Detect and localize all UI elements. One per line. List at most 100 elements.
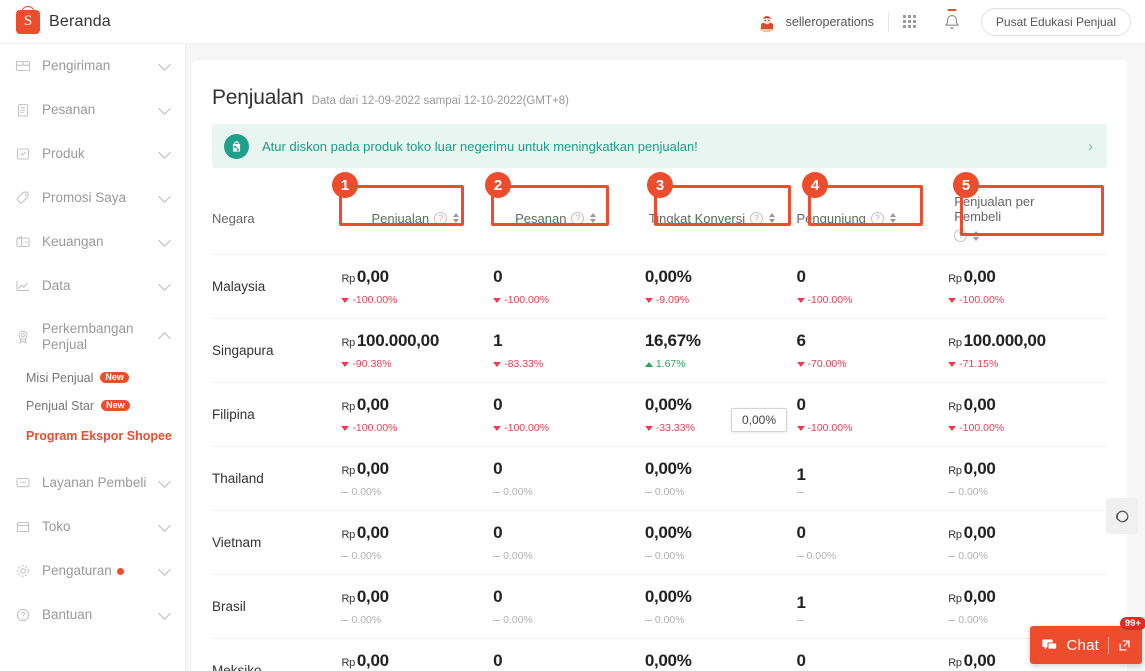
arrow-up-icon	[644, 361, 653, 367]
grid-apps-icon[interactable]	[889, 0, 931, 44]
user-name: selleroperations	[785, 14, 874, 29]
cell-metric: 6 -70.00%	[796, 318, 949, 383]
arrow-down-icon	[796, 425, 805, 431]
metric-value: 0,00%	[645, 523, 797, 543]
sidebar-item-layanan-pembeli[interactable]: Layanan Pembeli	[0, 461, 185, 505]
currency-prefix: Rp	[341, 657, 355, 670]
sidebar-item-perkembangan-penjual[interactable]: Perkembangan Penjual	[0, 308, 185, 366]
sidebar-item-promosi-saya[interactable]: Promosi Saya	[0, 176, 185, 220]
sidebar-subitem-penjual-star[interactable]: Penjual Star New	[0, 394, 185, 417]
sidebar-item-pengiriman[interactable]: Pengiriman	[0, 44, 185, 88]
chat-divider	[1108, 636, 1109, 654]
notification-bell-icon[interactable]	[931, 0, 973, 44]
sort-toggle[interactable]	[973, 230, 980, 241]
delta-text: -100.00%	[352, 422, 398, 434]
cell-metric: 0 -100.00%	[796, 382, 949, 447]
arrow-down-icon	[341, 361, 350, 367]
sidebar-item-pengaturan[interactable]: Pengaturan	[0, 549, 185, 593]
product-box-icon	[13, 144, 33, 164]
expand-icon[interactable]	[1118, 639, 1131, 652]
delta-text: 1.67%	[655, 358, 686, 370]
delta-text: 0.00%	[806, 550, 837, 562]
help-icon[interactable]: ?	[870, 211, 884, 225]
cell-metric: 0,00%0.00%	[644, 574, 797, 639]
chevron-down-icon	[158, 57, 171, 71]
delta-text: -100.00%	[352, 294, 398, 306]
sidebar-subitem-misi-penjual[interactable]: Misi Penjual New	[0, 366, 185, 389]
sidebar-item-keuangan[interactable]: Keuangan	[0, 220, 185, 264]
cell-metric: Rp0,000.00%	[341, 638, 494, 671]
arrow-down-icon	[796, 297, 805, 303]
metric-value: Rp 100.000,00	[948, 331, 1107, 351]
sidebar-item-bantuan[interactable]: Bantuan	[0, 593, 185, 637]
help-icon[interactable]: ?	[750, 211, 764, 225]
cell-metric: 00.00%	[493, 638, 645, 671]
metric-number: 0,00%	[644, 267, 692, 286]
chevron-right-icon[interactable]: ›	[1088, 138, 1093, 155]
metric-number: 6	[796, 331, 806, 350]
help-icon[interactable]: ?	[434, 211, 448, 225]
cell-country: Filipina	[212, 382, 342, 447]
help-icon[interactable]: ?	[954, 229, 968, 242]
dash-icon	[493, 555, 501, 557]
delta-text: -33.33%	[655, 422, 695, 434]
metric-number: 0	[493, 651, 503, 671]
metric-value: Rp 0,00	[341, 651, 493, 671]
sort-toggle[interactable]	[453, 213, 460, 223]
chat-widget[interactable]: 99+ Chat	[1029, 617, 1145, 664]
metric-value: 1	[797, 593, 949, 613]
sidebar-item-produk[interactable]: Produk	[0, 132, 185, 176]
country-name: Malaysia	[212, 279, 266, 294]
seller-education-center-button[interactable]: Pusat Edukasi Penjual	[980, 7, 1131, 36]
delta-text: 0.00%	[351, 486, 382, 498]
column-header-pesanan[interactable]: Pesanan ?	[493, 182, 645, 255]
metric-number: 0	[796, 395, 806, 414]
feedback-circle-icon[interactable]	[1106, 498, 1138, 534]
country-stats-table: Negara Penjualan ? Pesanan ? Tingkat Kon…	[212, 182, 1107, 671]
settings-alert-dot	[116, 568, 124, 576]
metric-number: 0,00	[356, 587, 389, 606]
metric-value: Rp 0,00	[948, 587, 1107, 607]
delta-text: -9.09%	[655, 294, 690, 306]
user-menu[interactable]: selleroperations	[742, 11, 888, 33]
delta-text: -100.00%	[504, 294, 550, 306]
chevron-down-icon	[158, 606, 171, 620]
cell-metric: 00.00%	[493, 510, 645, 575]
cell-metric: 00.00%	[796, 510, 949, 575]
brand-home-link[interactable]: S Beranda	[0, 9, 111, 34]
sidebar-subitem-program-ekspor-shopee[interactable]: Program Ekspor Shopee	[0, 424, 185, 447]
shop-icon	[13, 517, 33, 537]
chevron-up-icon	[158, 332, 171, 345]
sales-card: Penjualan Data dari 12-09-2022 sampai 12…	[192, 60, 1127, 671]
help-icon[interactable]: ?	[571, 211, 585, 225]
metric-number: 0,00	[963, 523, 996, 542]
chevron-down-icon	[158, 101, 171, 115]
currency-prefix: Rp	[341, 273, 355, 285]
promotion-tag-icon	[13, 188, 33, 208]
currency-prefix: Rp	[948, 465, 962, 477]
settings-gear-icon	[13, 561, 33, 581]
metric-number: 1	[796, 592, 806, 612]
sort-toggle[interactable]	[889, 213, 896, 223]
cell-metric: 0,00%0.00%	[644, 446, 797, 511]
column-header-penjualan[interactable]: Penjualan ?	[341, 182, 493, 255]
annotation-number-1: 1	[332, 172, 358, 198]
sort-toggle[interactable]	[769, 213, 776, 223]
sort-toggle[interactable]	[590, 213, 597, 223]
metric-number: 0,00	[963, 587, 996, 606]
cell-metric: 0,00%0.00%	[644, 638, 797, 671]
metric-value: 1	[797, 465, 949, 485]
delta-text: 0.00%	[958, 550, 988, 562]
cell-country: Brasil	[212, 574, 342, 639]
currency-prefix: Rp	[948, 401, 962, 413]
sidebar-item-toko[interactable]: Toko	[0, 505, 185, 549]
metric-value: Rp 0,00	[341, 587, 493, 607]
arrow-down-icon	[493, 361, 502, 367]
sidebar-item-data[interactable]: Data	[0, 264, 185, 308]
sidebar-label: Pesanan	[42, 102, 96, 118]
sidebar-label: Data	[42, 278, 71, 294]
arrow-down-icon	[948, 425, 957, 431]
promo-banner[interactable]: Atur diskon pada produk toko luar negeri…	[212, 124, 1107, 168]
sidebar-subitem-label: Penjual Star	[26, 398, 95, 413]
sidebar-item-pesanan[interactable]: Pesanan	[0, 88, 185, 132]
